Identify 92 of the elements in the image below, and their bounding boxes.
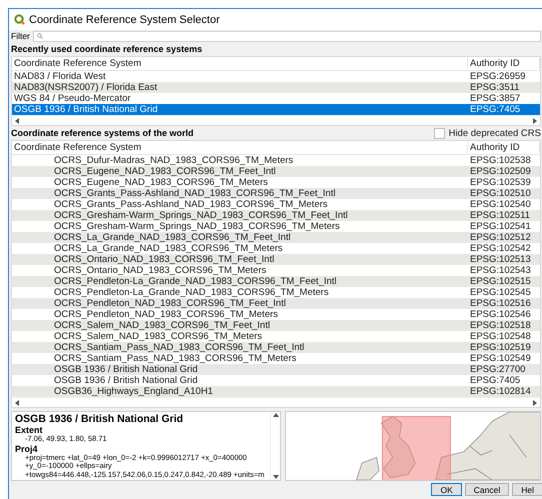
authority-id: EPSG:102516 (469, 298, 532, 309)
crs-name: NAD83 / Florida West (13, 71, 107, 82)
crs-name: OCRS_Pendleton_NAD_1983_CORS96_TM_Feet_Intl (53, 298, 287, 309)
crs-name: OCRS_La_Grande_NAD_1983_CORS96_TM_Meters (53, 243, 284, 254)
authority-id: EPSG:102513 (469, 254, 532, 265)
crs-name: NAD83(NSRS2007) / Florida East (13, 82, 158, 93)
horizontal-scrollbar[interactable] (12, 397, 540, 407)
authority-id: EPSG:102512 (469, 232, 532, 243)
authority-id: EPSG:7405 (469, 104, 522, 115)
table-row[interactable]: OSGB36_Highways_England_A10H1 EPSG:102814 (12, 386, 540, 397)
dialog-button[interactable]: Hel (512, 483, 542, 496)
details-heading: Proj4 (15, 444, 39, 454)
details-heading: Extent (15, 425, 44, 435)
authority-id: EPSG:102509 (469, 166, 532, 177)
horizontal-scrollbar[interactable] (12, 115, 540, 125)
crs-name: OSGB 1936 / British National Grid (53, 375, 199, 386)
table-row[interactable]: OCRS_Santiam_Pass_NAD_1983_CORS96_TM_Feet_Intl EPSG:102519 (12, 342, 540, 353)
authority-id: EPSG:26959 (469, 71, 526, 82)
section-heading: Coordinate reference systems of the world (10, 127, 195, 140)
authority-id: EPSG:102518 (469, 320, 532, 331)
authority-id: EPSG:102542 (469, 243, 532, 254)
authority-id: EPSG:102549 (469, 353, 532, 364)
table-row[interactable]: OCRS_Gresham-Warm_Springs_NAD_1983_CORS96_TM_Feet_Intl EPSG:102511 (12, 210, 540, 221)
crs-name: OCRS_Santiam_Pass_NAD_1983_CORS96_TM_Feet_Intl (53, 342, 306, 353)
crs-name: OSGB36_Highways_England_A10H1 (53, 386, 214, 397)
table-row[interactable]: OSGB 1936 / British National Grid EPSG:27700 (12, 364, 540, 375)
crs-name: OCRS_Eugene_NAD_1983_CORS96_TM_Feet_Intl (53, 166, 277, 177)
authority-id: EPSG:3857 (469, 93, 522, 104)
crs-name: OCRS_Salem_NAD_1983_CORS96_TM_Meters (53, 331, 264, 342)
table-row[interactable]: OCRS_La_Grande_NAD_1983_CORS96_TM_Feet_Intl EPSG:102512 (12, 232, 540, 243)
crs-name: OCRS_Grants_Pass-Ashland_NAD_1983_CORS96_TM_Feet_Intl (53, 188, 336, 199)
authority-id: EPSG:102541 (469, 221, 532, 232)
table-row[interactable]: OCRS_Pendleton_NAD_1983_CORS96_TM_Feet_Intl EPSG:102516 (12, 298, 540, 309)
column-header[interactable]: Authority ID (468, 142, 540, 153)
section-heading: Recently used coordinate reference systems (10, 43, 204, 56)
search-icon (36, 33, 43, 39)
table-row[interactable]: OCRS_Grants_Pass-Ashland_NAD_1983_CORS96_TM_Feet_Intl EPSG:102510 (12, 188, 540, 199)
authority-id: EPSG:102511 (469, 210, 532, 221)
dialog-button[interactable]: OK (431, 483, 462, 496)
crs-name: OCRS_Pendleton_NAD_1983_CORS96_TM_Meters (53, 309, 279, 320)
crs-title: OSGB 1936 / British National Grid (15, 413, 184, 425)
crs-name: OCRS_Dufur-Madras_NAD_1983_CORS96_TM_Meters (53, 155, 294, 166)
authority-id: EPSG:7405 (469, 375, 522, 386)
crs-name: OSGB 1936 / British National Grid (53, 364, 199, 375)
authority-id: EPSG:3511 (469, 82, 520, 93)
authority-id: EPSG:102519 (469, 342, 532, 353)
authority-id: EPSG:102546 (469, 309, 532, 320)
crs-name: OCRS_Salem_NAD_1983_CORS96_TM_Feet_Intl (53, 320, 271, 331)
scroll-arrow-icon[interactable] (272, 474, 278, 480)
crs-name: WGS 84 / Pseudo-Mercator (13, 93, 132, 104)
authority-id: EPSG:27700 (469, 364, 526, 375)
table-row[interactable]: OCRS_Ontario_NAD_1983_CORS96_TM_Feet_Intl EPSG:102513 (12, 254, 540, 265)
table-row[interactable]: OCRS_Salem_NAD_1983_CORS96_TM_Feet_Intl EPSG:102518 (12, 320, 540, 331)
scroll-arrow-icon[interactable] (272, 412, 278, 418)
scroll-arrow-icon[interactable] (14, 400, 20, 406)
filter-label: Filter (11, 31, 30, 41)
column-header[interactable]: Coordinate Reference System (12, 58, 468, 69)
authority-id: EPSG:102515 (469, 276, 532, 287)
authority-id: EPSG:102543 (469, 265, 532, 276)
table-row[interactable]: OCRS_Eugene_NAD_1983_CORS96_TM_Feet_Intl EPSG:102509 (12, 166, 540, 177)
crs-name: OCRS_Santiam_Pass_NAD_1983_CORS96_TM_Meters (53, 353, 298, 364)
crs-name: OCRS_Pendleton-La_Grande_NAD_1983_CORS96_TM_Feet_Intl (53, 276, 338, 287)
filter-field[interactable] (32, 30, 541, 42)
table-row[interactable]: OSGB 1936 / British National Grid EPSG:7405 (12, 104, 540, 115)
crs-name: OCRS_Pendleton-La_Grande_NAD_1983_CORS96_TM_Meters (53, 287, 330, 298)
authority-id: EPSG:102539 (469, 177, 532, 188)
vertical-scrollbar[interactable] (270, 412, 280, 480)
authority-id: EPSG:102814 (469, 386, 532, 397)
scroll-arrow-icon[interactable] (532, 400, 538, 406)
window-title: Coordinate Reference System Selector (29, 14, 220, 26)
authority-id: EPSG:102548 (469, 331, 532, 342)
authority-id: EPSG:102538 (469, 155, 532, 166)
crs-name: OCRS_Gresham-Warm_Springs_NAD_1983_CORS96_TM_Feet_Intl (53, 210, 349, 221)
dialog-button[interactable]: Cancel (464, 483, 510, 496)
table-row[interactable]: OCRS_Pendleton-La_Grande_NAD_1983_CORS96_TM_Feet_Intl EPSG:102515 (12, 276, 540, 287)
authority-id: EPSG:102545 (469, 287, 532, 298)
crs-name: OCRS_Eugene_NAD_1983_CORS96_TM_Meters (53, 177, 269, 188)
hide-deprecated-checkbox[interactable]: Hide deprecated CRS (434, 128, 541, 138)
crs-name: OSGB 1936 / British National Grid (13, 104, 159, 115)
scroll-arrow-icon[interactable] (532, 118, 538, 124)
crs-name: OCRS_Ontario_NAD_1983_CORS96_TM_Meters (53, 265, 268, 276)
authority-id: EPSG:102510 (469, 188, 532, 199)
crs-name: OCRS_La_Grande_NAD_1983_CORS96_TM_Feet_Intl (53, 232, 292, 243)
column-header[interactable]: Authority ID (468, 58, 540, 69)
crs-name: OCRS_Ontario_NAD_1983_CORS96_TM_Feet_Intl (53, 254, 276, 265)
app-logo-icon (14, 14, 25, 25)
crs-name: OCRS_Grants_Pass-Ashland_NAD_1983_CORS96_TM_Meters (53, 199, 329, 210)
scroll-arrow-icon[interactable] (14, 118, 20, 124)
authority-id: EPSG:102540 (469, 199, 532, 210)
table-row[interactable]: NAD83(NSRS2007) / Florida East EPSG:3511 (12, 82, 540, 93)
crs-name: OCRS_Gresham-Warm_Springs_NAD_1983_CORS96_TM_Meters (53, 221, 341, 232)
column-header[interactable]: Coordinate Reference System (12, 142, 468, 153)
